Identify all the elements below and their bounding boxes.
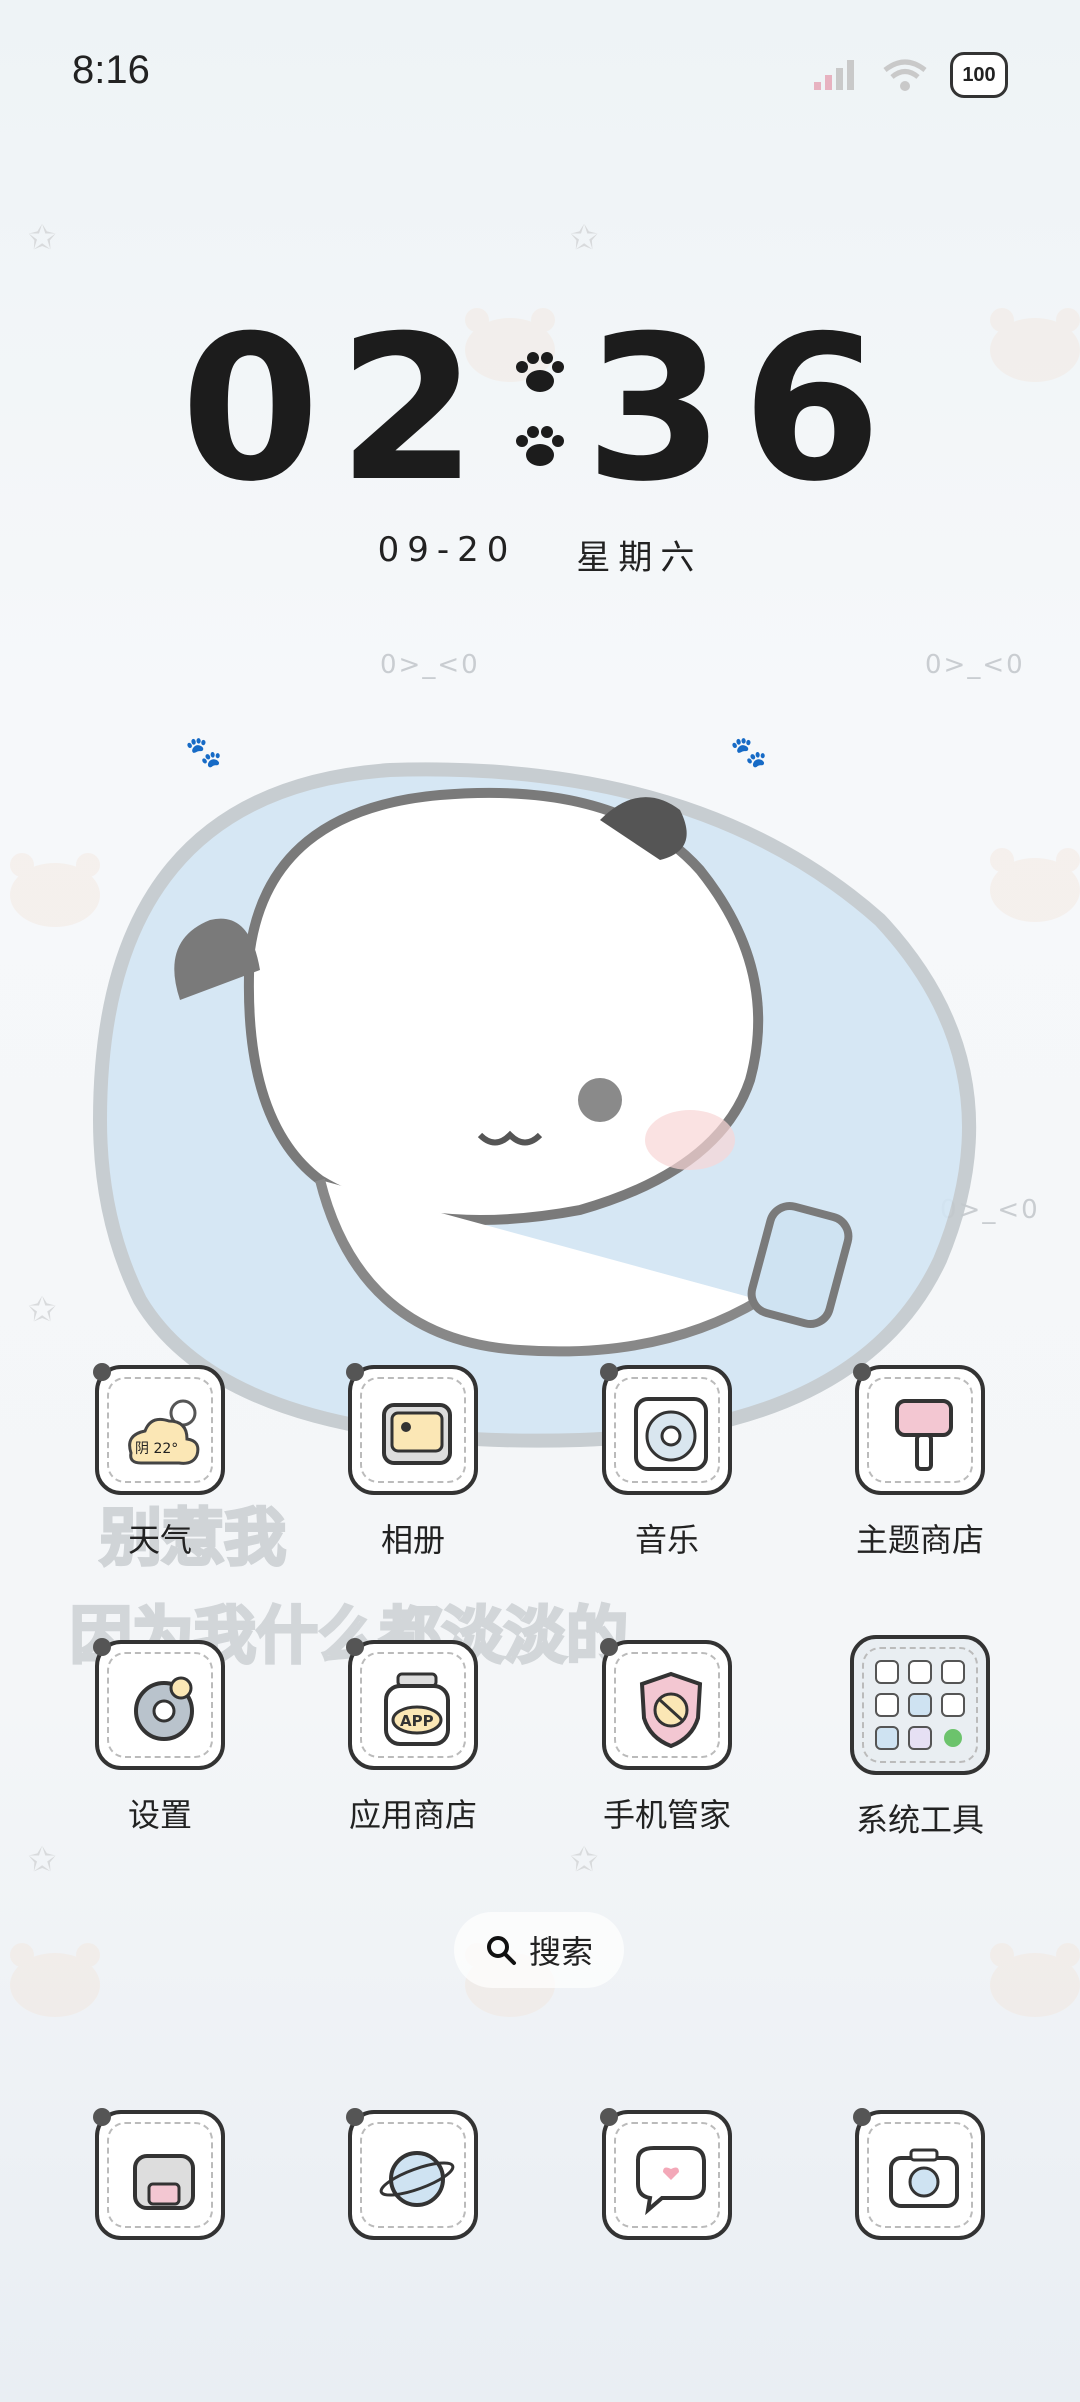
app-weather[interactable]: 阴 22° 天气 — [80, 1363, 240, 1561]
wallpaper-emoticon: 0>_<0 — [380, 650, 480, 680]
weather-cloud-icon: 阴 22° — [128, 1399, 200, 1465]
star-icon: ✩ — [28, 1290, 57, 1330]
corner-decoration — [346, 1638, 364, 1656]
photo-album-icon — [346, 1363, 478, 1495]
dock-browser[interactable] — [333, 2108, 493, 2240]
app-theme-store[interactable]: 主题商店 — [840, 1363, 1000, 1561]
theme-brush-icon — [853, 1363, 985, 1495]
dock-phone[interactable] — [80, 2108, 240, 2240]
signal-icon — [814, 60, 854, 90]
status-icons: 100 — [812, 52, 1008, 98]
photo-album-icon — [382, 1403, 452, 1465]
corner-decoration — [600, 1638, 618, 1656]
app-photo-album[interactable]: 相册 — [333, 1363, 493, 1561]
browser-planet-icon — [346, 2108, 478, 2240]
corner-decoration — [93, 2108, 111, 2126]
search-icon — [486, 1936, 516, 1965]
svg-text:APP: APP — [400, 1712, 434, 1730]
app-label: 天气 — [127, 1521, 192, 1559]
clock-hour: 02 — [180, 293, 495, 526]
app-phone-manager[interactable]: 手机管家 — [587, 1638, 747, 1836]
browser-planet-icon — [379, 2151, 455, 2207]
search-label: 搜索 — [528, 1933, 593, 1971]
clock-separator — [513, 351, 567, 469]
camera-icon — [853, 2108, 985, 2240]
app-store-jar-icon: APP — [346, 1638, 478, 1770]
app-label: 系统工具 — [855, 1801, 984, 1839]
wifi-icon — [883, 59, 927, 91]
star-icon: ✩ — [570, 218, 599, 258]
music-disc-icon — [634, 1397, 708, 1471]
app-app-store[interactable]: APP 应用商店 — [333, 1638, 493, 1836]
corner-decoration — [346, 2108, 364, 2126]
app-label: 音乐 — [634, 1521, 699, 1559]
bear-pattern-icon — [990, 1943, 1080, 2017]
app-label: 设置 — [127, 1796, 192, 1834]
status-bar: 8:16 100 — [0, 0, 1080, 150]
phone-dialer-icon — [93, 2108, 225, 2240]
phone-manager-shield-icon — [600, 1638, 732, 1770]
app-label: 应用商店 — [348, 1796, 477, 1834]
panda-illustration — [92, 762, 977, 1448]
wallpaper-emoticon: 0>_<0 — [925, 650, 1025, 680]
corner-decoration — [93, 1638, 111, 1656]
corner-decoration — [93, 1363, 111, 1381]
settings-gear-icon — [134, 1676, 194, 1741]
app-system-tools-folder[interactable]: 系统工具 — [840, 1635, 1000, 1841]
clock-widget[interactable]: 02 36 — [0, 310, 1080, 510]
camera-icon — [889, 2148, 959, 2208]
clock-weekday: 星期六 — [576, 538, 703, 578]
phone-dialer-icon — [133, 2154, 195, 2210]
app-settings[interactable]: 设置 — [80, 1638, 240, 1836]
paw-icon — [516, 352, 564, 392]
app-label: 相册 — [380, 1521, 445, 1559]
paw-icon — [516, 426, 564, 466]
star-icon: ✩ — [28, 1840, 57, 1880]
clock-date: 09-20 — [377, 530, 517, 570]
star-icon: ✩ — [570, 1840, 599, 1880]
messages-bubble-icon — [600, 2108, 732, 2240]
weather-cloud-icon: 阴 22° — [93, 1363, 225, 1495]
dock-messages[interactable] — [587, 2108, 747, 2240]
corner-decoration — [600, 1363, 618, 1381]
system-tools-folder-icon — [875, 1660, 965, 1750]
system-tools-folder-icon — [850, 1635, 990, 1775]
clock-minute: 36 — [585, 293, 900, 526]
date-row: 09-20 星期六 — [0, 530, 1080, 579]
settings-gear-icon — [93, 1638, 225, 1770]
corner-decoration — [346, 1363, 364, 1381]
search-button[interactable]: 搜索 — [454, 1912, 624, 1988]
battery-icon: 100 — [950, 52, 1008, 98]
music-disc-icon — [600, 1363, 732, 1495]
corner-decoration — [853, 1363, 871, 1381]
status-time: 8:16 — [72, 48, 150, 92]
app-music[interactable]: 音乐 — [587, 1363, 747, 1561]
app-label: 手机管家 — [602, 1796, 731, 1834]
bear-pattern-icon — [10, 1943, 100, 2017]
theme-brush-icon — [895, 1399, 953, 1471]
app-label: 主题商店 — [855, 1521, 984, 1559]
star-icon: ✩ — [28, 218, 57, 258]
app-store-jar-icon: APP — [384, 1672, 450, 1746]
corner-decoration — [853, 2108, 871, 2126]
phone-manager-shield-icon — [639, 1671, 703, 1749]
corner-decoration — [600, 2108, 618, 2126]
weather-badge: 阴 22° — [135, 1441, 178, 1457]
dock-camera[interactable] — [840, 2108, 1000, 2240]
messages-bubble-icon — [636, 2146, 706, 2216]
